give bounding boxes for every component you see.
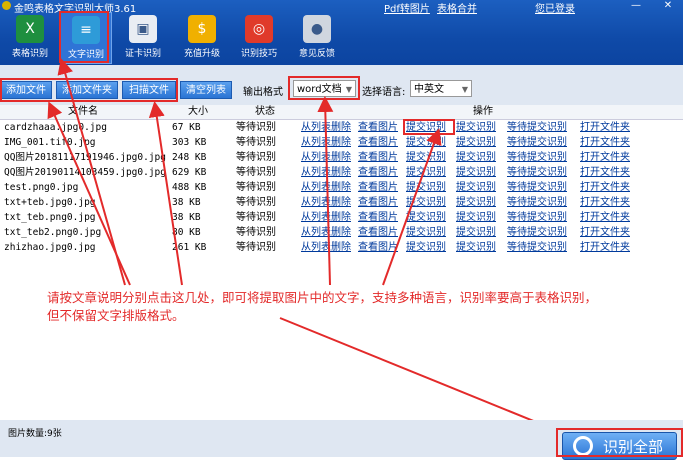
arrow-to-output-format xyxy=(317,96,334,286)
annotation-arrows xyxy=(47,58,572,438)
highlight-box-run-all xyxy=(556,428,683,457)
image-count: 图片数量:9张 xyxy=(8,429,62,439)
arrow-to-scan xyxy=(148,101,183,286)
instruction-line-1: 请按文章说明分别点击这几处，即可将提取图片中的文字，支持多种语言，识别率要高于表… xyxy=(47,290,598,305)
instruction-line-2: 但不保留文字排版格式。 xyxy=(47,308,185,323)
arrow-to-run-all xyxy=(279,317,572,438)
instruction-annotation: 请按文章说明分别点击这几处，即可将提取图片中的文字，支持多种语言，识别率要高于表… xyxy=(47,289,657,325)
arrow-to-add-file xyxy=(47,101,131,286)
arrow-to-submit xyxy=(382,128,442,286)
